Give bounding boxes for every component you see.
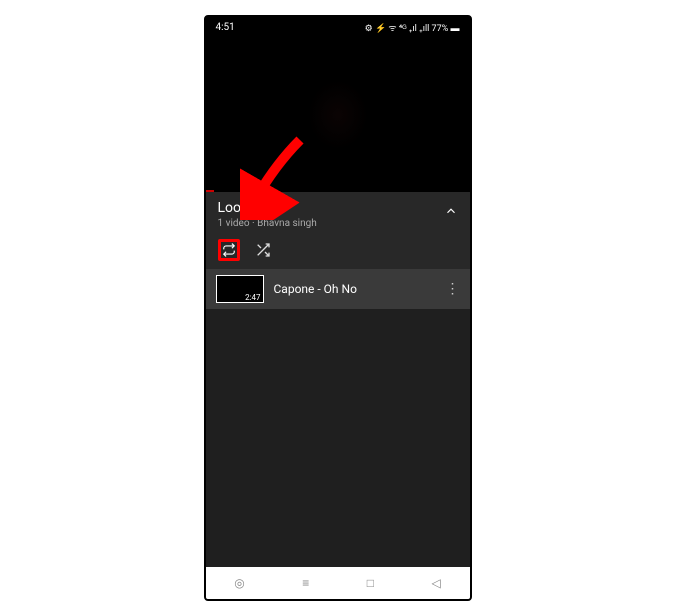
status-time: 4:51 xyxy=(216,22,235,33)
status-bar: 4:51 ⚙ ⚡ ᯤ ⁴ᴳ ₊ıl ₊ıll 77% ▬ xyxy=(206,17,470,37)
playlist-header[interactable]: Loop 1 video · Bhavna singh xyxy=(206,192,470,235)
chevron-up-icon[interactable] xyxy=(444,200,458,222)
navigation-bar: ◎ ≡ □ ◁ xyxy=(206,567,470,599)
track-row[interactable]: 2:47 Capone - Oh No ⋮ xyxy=(206,269,470,309)
loop-button[interactable] xyxy=(218,239,240,261)
nav-back[interactable]: ◁ xyxy=(432,576,441,590)
nav-home[interactable]: □ xyxy=(367,576,374,590)
phone-frame: 4:51 ⚙ ⚡ ᯤ ⁴ᴳ ₊ıl ₊ıll 77% ▬ Loop 1 vide… xyxy=(204,15,472,601)
playlist-subtitle: 1 video · Bhavna singh xyxy=(218,218,317,229)
shuffle-button[interactable] xyxy=(252,239,274,261)
video-player[interactable] xyxy=(206,37,470,192)
video-artwork xyxy=(308,80,368,150)
progress-bar[interactable] xyxy=(206,190,214,192)
track-duration: 2:47 xyxy=(243,293,262,302)
nav-recent[interactable]: ◎ xyxy=(234,576,244,590)
track-title: Capone - Oh No xyxy=(274,282,436,296)
playlist-controls xyxy=(206,235,470,269)
playlist-info: Loop 1 video · Bhavna singh xyxy=(218,200,317,229)
playlist-title: Loop xyxy=(218,200,317,216)
more-options-icon[interactable]: ⋮ xyxy=(446,282,460,296)
status-indicators: ⚙ ⚡ ᯤ ⁴ᴳ ₊ıl ₊ıll 77% ▬ xyxy=(365,21,460,34)
empty-area xyxy=(206,309,470,567)
nav-menu[interactable]: ≡ xyxy=(302,576,309,590)
track-thumbnail: 2:47 xyxy=(216,275,264,303)
